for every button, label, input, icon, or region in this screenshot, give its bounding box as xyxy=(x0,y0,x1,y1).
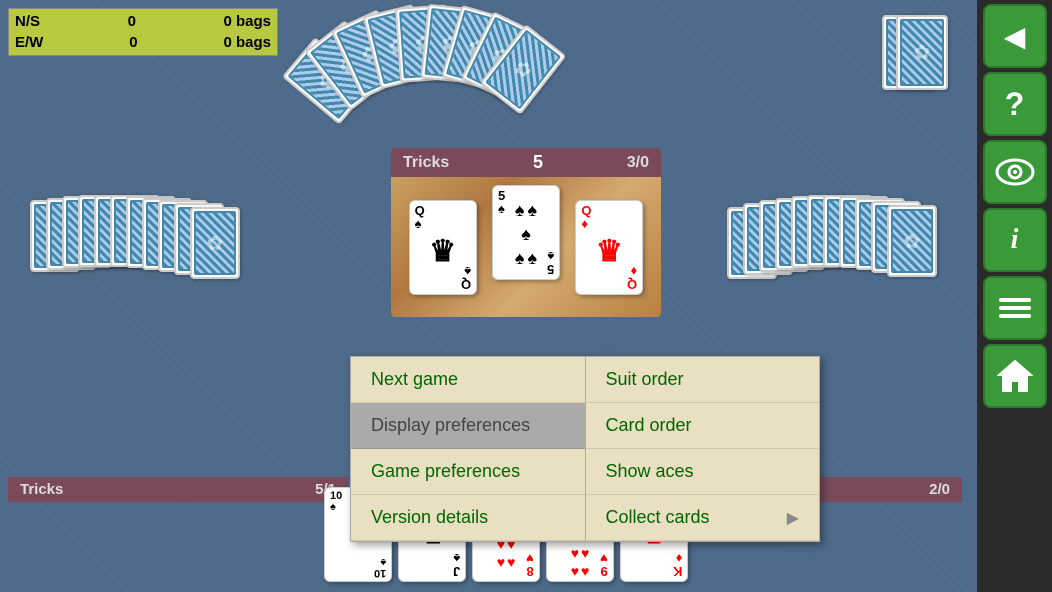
menu-card-order[interactable]: Card order xyxy=(586,403,820,449)
card-face: ♛ xyxy=(429,234,456,269)
ns-score-row: N/S 0 0 bags xyxy=(15,11,271,32)
menu-show-aces[interactable]: Show aces xyxy=(586,449,820,495)
center-table: Tricks 5 3/0 Q♠ ♛ Q♠ 5♠ ♠ ♠ ♠ ♠ ♠ 5♠ Q♦ … xyxy=(391,148,661,317)
card-five-spades[interactable]: 5♠ ♠ ♠ ♠ ♠ ♠ 5♠ xyxy=(492,185,560,280)
west-cards: ✿ ✿ ✿ ✿ ✿ ✿ ✿ ✿ ✿ ✿ ✿ xyxy=(30,195,260,280)
menu-collect-cards[interactable]: Collect cards ▶ xyxy=(586,495,820,541)
card-rank-top: Q♠ xyxy=(415,204,425,230)
menu-columns: Next game Display preferences Game prefe… xyxy=(351,357,819,541)
east-cards: ✿ ✿ ✿ ✿ ✿ ✿ ✿ ✿ ✿ ✿ ✿ xyxy=(727,195,957,280)
rank-top: 10♠ xyxy=(330,491,342,513)
card-face: ♛ xyxy=(596,234,623,269)
center-tricks-value: 3/0 xyxy=(627,154,649,172)
center-card-5-indicator: 5 xyxy=(533,152,543,173)
card-rank-bottom: Q♦ xyxy=(627,265,637,291)
card-queen-diamonds[interactable]: Q♦ ♛ Q♦ xyxy=(575,200,643,295)
ew-bags: 0 bags xyxy=(223,32,271,53)
card-pips: ♠ ♠ ♠ ♠ ♠ xyxy=(507,188,545,277)
menu-display-preferences[interactable]: Display preferences xyxy=(351,403,585,449)
rank-bottom: 8♥ xyxy=(526,552,534,578)
view-button[interactable] xyxy=(983,140,1047,204)
context-menu: Next game Display preferences Game prefe… xyxy=(350,356,820,542)
info-button[interactable]: i xyxy=(983,208,1047,272)
menu-suit-order[interactable]: Suit order xyxy=(586,357,820,403)
menu-next-game[interactable]: Next game xyxy=(351,357,585,403)
card-rank-bottom: Q♠ xyxy=(461,265,471,291)
east-card-11: ✿ xyxy=(887,205,937,277)
east-card-stack-2: ✿ xyxy=(896,15,948,90)
sidebar: ◀ ? i xyxy=(977,0,1052,592)
north-cards: ✿ ✿ ✿ ✿ ✿ ✿ ✿ ✿ ✿ xyxy=(330,5,530,110)
menu-button[interactable] xyxy=(983,276,1047,340)
ns-bags: 0 bags xyxy=(223,11,271,32)
center-tricks-label: Tricks xyxy=(403,154,449,172)
rank-bottom: K♦ xyxy=(673,552,682,578)
ew-label: E/W xyxy=(15,32,43,53)
menu-right-col: Suit order Card order Show aces Collect … xyxy=(586,357,820,541)
rank-bottom: 9♥ xyxy=(600,552,608,578)
card-rank-bottom: 5♠ xyxy=(547,250,554,276)
menu-game-preferences[interactable]: Game preferences xyxy=(351,449,585,495)
home-button[interactable] xyxy=(983,344,1047,408)
card-rank-top: Q♦ xyxy=(581,204,591,230)
ns-label: N/S xyxy=(15,11,40,32)
menu-version-details[interactable]: Version details xyxy=(351,495,585,541)
ns-score: 0 xyxy=(128,11,136,32)
west-card-11: ✿ xyxy=(190,207,240,279)
ew-score: 0 xyxy=(129,32,137,53)
menu-left-col: Next game Display preferences Game prefe… xyxy=(351,357,585,541)
back-button[interactable]: ◀ xyxy=(983,4,1047,68)
submenu-arrow-icon: ▶ xyxy=(787,508,799,528)
card-rank-top: 5♠ xyxy=(498,189,505,215)
rank-bottom: J♠ xyxy=(453,552,460,578)
card-queen-spades[interactable]: Q♠ ♛ Q♠ xyxy=(409,200,477,295)
score-panel: N/S 0 0 bags E/W 0 0 bags xyxy=(8,8,278,56)
wooden-table: Q♠ ♛ Q♠ 5♠ ♠ ♠ ♠ ♠ ♠ 5♠ Q♦ ♛ Q♦ xyxy=(391,177,661,317)
east-top-cards: ✿ ✿ xyxy=(882,15,962,105)
help-button[interactable]: ? xyxy=(983,72,1047,136)
ew-score-row: E/W 0 0 bags xyxy=(15,32,271,53)
rank-bottom: 10♠ xyxy=(374,556,386,578)
center-tricks-bar: Tricks 5 3/0 xyxy=(391,148,661,177)
